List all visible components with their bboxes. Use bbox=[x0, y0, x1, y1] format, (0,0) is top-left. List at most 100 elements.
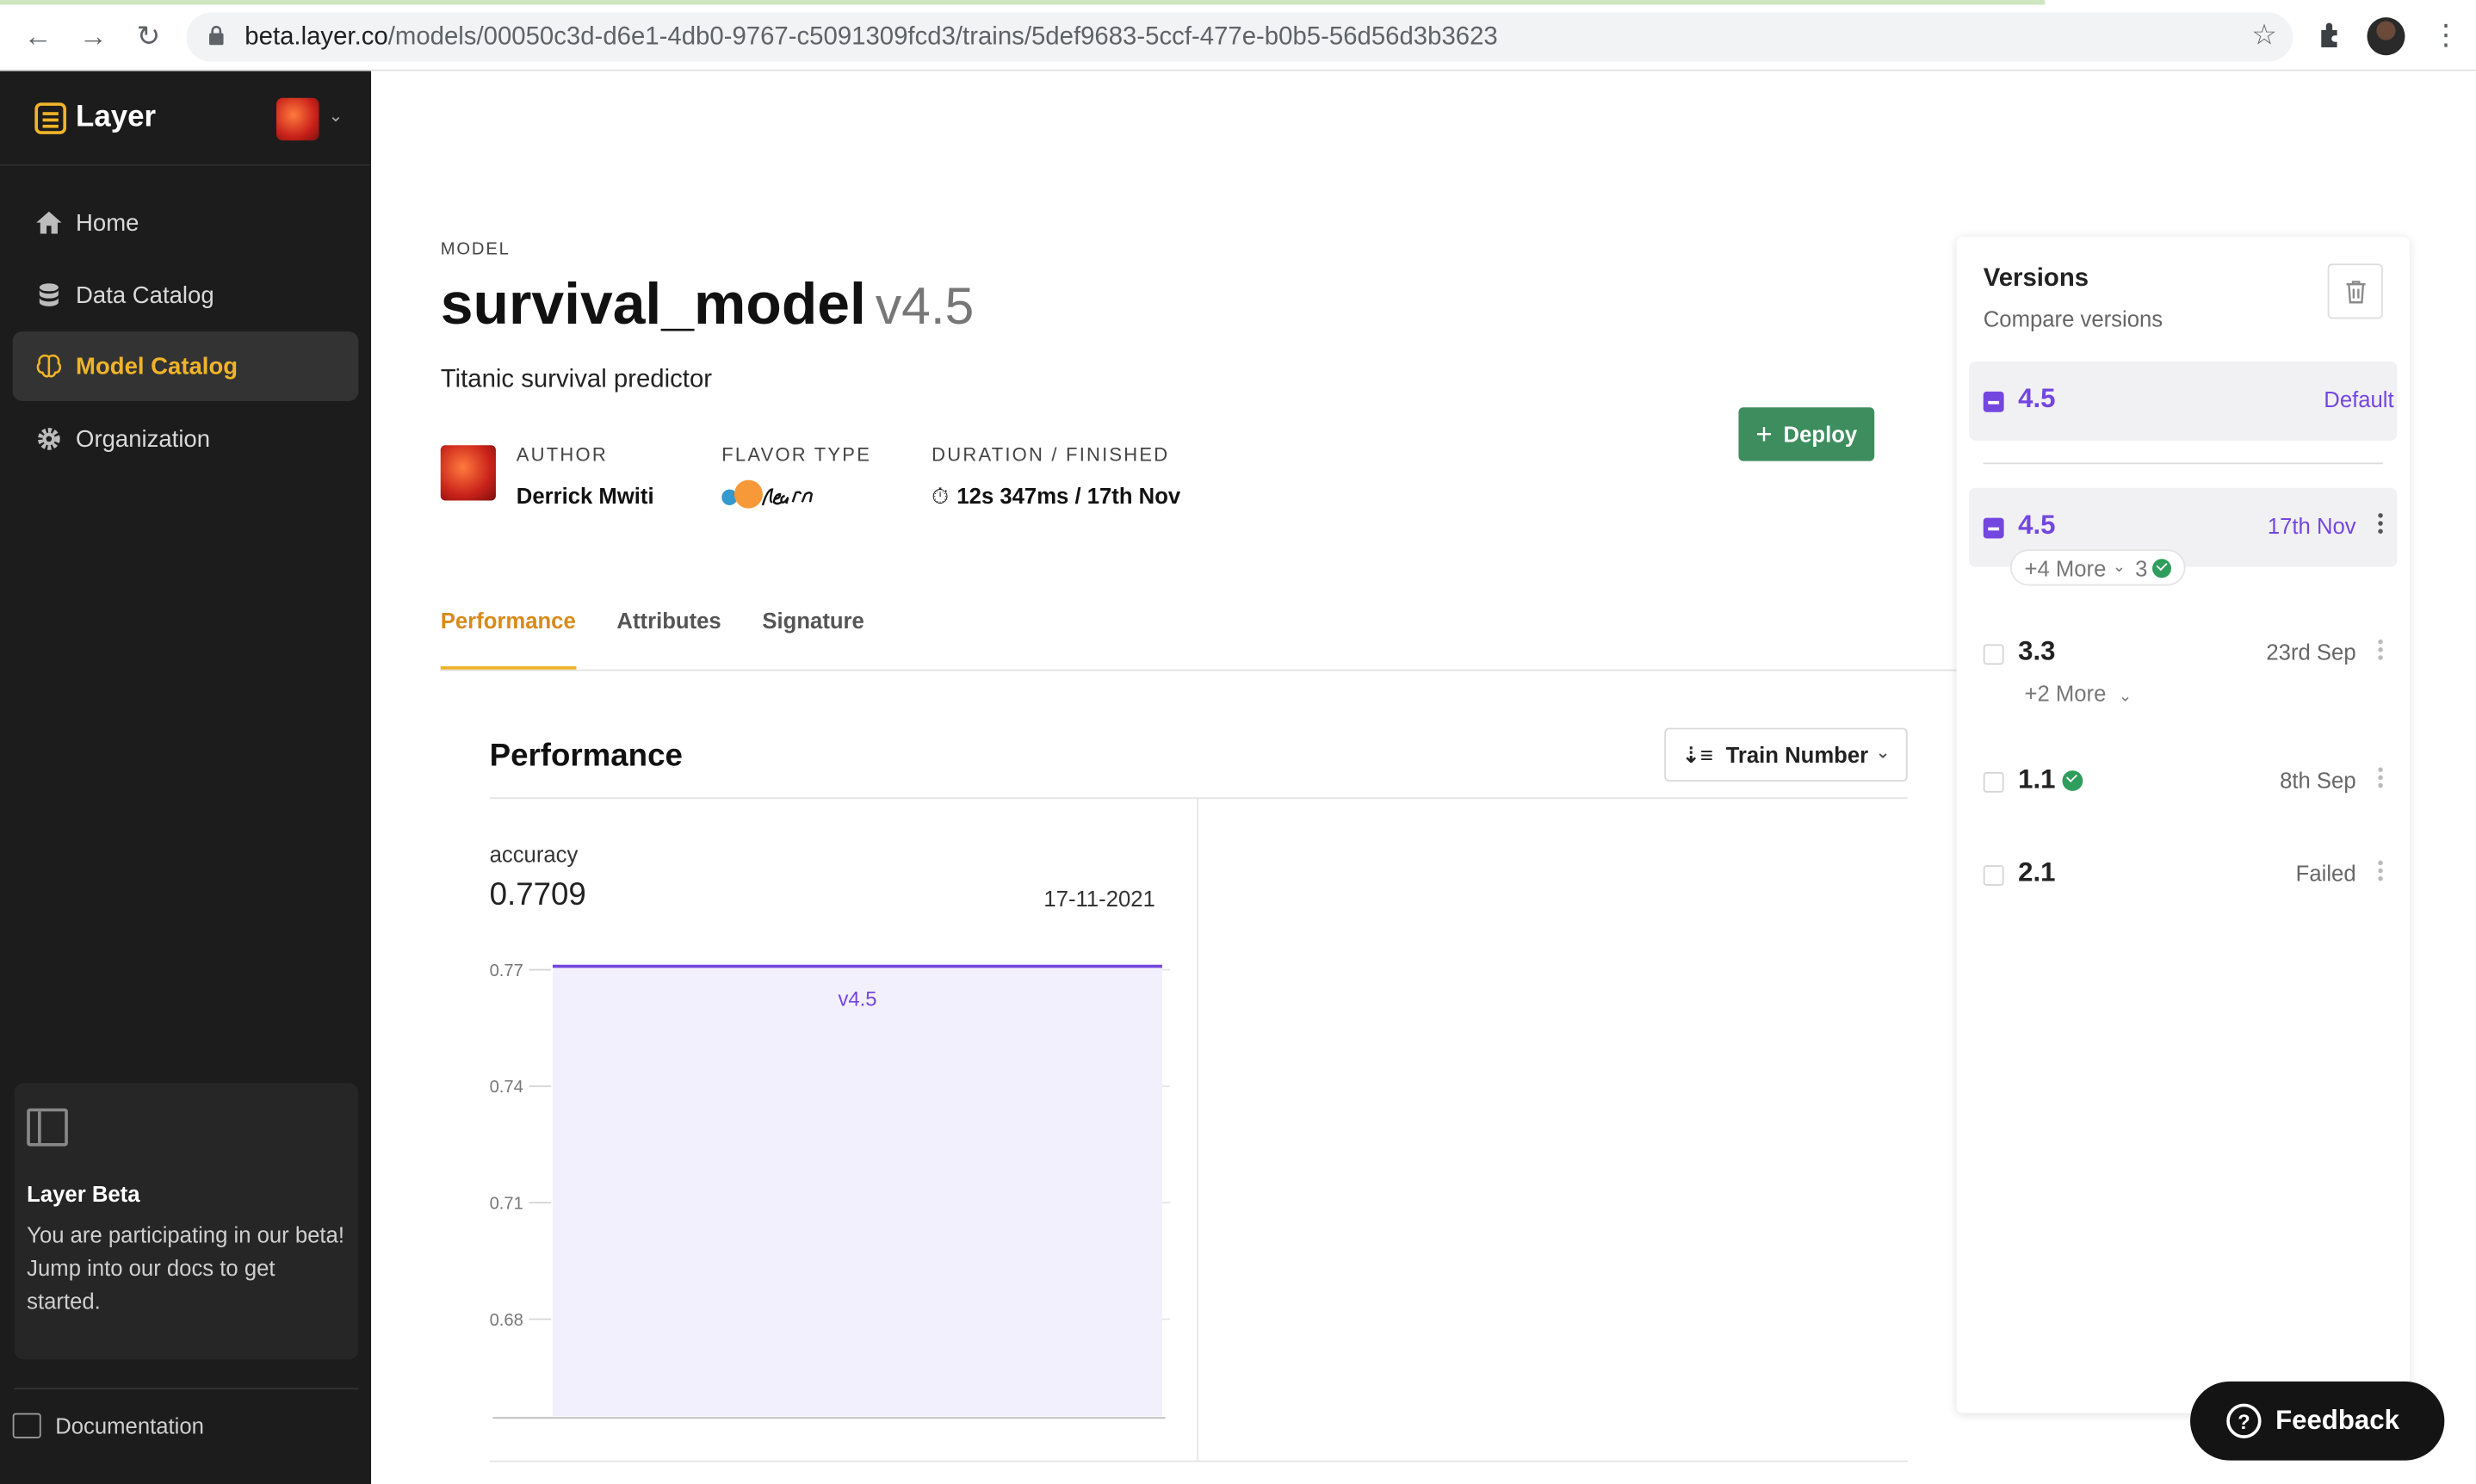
brand[interactable]: Layer bbox=[34, 100, 156, 138]
feedback-button[interactable]: ? Feedback bbox=[2190, 1381, 2445, 1461]
version-tag: Default bbox=[2324, 386, 2394, 412]
sidebar-item-data-catalog[interactable]: Data Catalog bbox=[13, 261, 359, 331]
more-label: +2 More bbox=[2024, 680, 2107, 706]
accuracy-chart: 0.77 0.74 0.71 0.68 v4.5 bbox=[490, 962, 1171, 1419]
stopwatch-icon: ⏱ bbox=[932, 483, 950, 509]
brain-icon bbox=[36, 354, 62, 378]
gear-icon bbox=[38, 428, 60, 450]
author-name: Derrick Mwiti bbox=[516, 483, 654, 509]
deploy-button[interactable]: + Deploy bbox=[1738, 407, 1875, 461]
more-label: +4 More bbox=[2024, 554, 2107, 581]
version-checkbox[interactable] bbox=[1983, 771, 2004, 793]
sidebar-item-label: Model Catalog bbox=[76, 352, 238, 380]
forward-icon[interactable]: → bbox=[76, 19, 110, 53]
version-row[interactable]: 1.1 8th Sep bbox=[1969, 742, 2397, 821]
address-bar[interactable]: beta.layer.co/models/00050c3d-d6e1-4db0-… bbox=[186, 12, 2293, 62]
metric-date: 17-11-2021 bbox=[1043, 885, 1155, 912]
database-icon bbox=[39, 283, 59, 306]
tabs-divider bbox=[440, 669, 1959, 671]
y-tick-label: 0.71 bbox=[490, 1195, 523, 1214]
versions-subtitle: Compare versions bbox=[1983, 306, 2163, 332]
browser-toolbar: ← → ↻ beta.layer.co/models/00050c3d-d6e1… bbox=[0, 0, 2476, 71]
version-checkbox[interactable] bbox=[1983, 644, 2004, 665]
browser-menu-icon[interactable]: ⋮ bbox=[2432, 19, 2461, 53]
kebab-menu-icon[interactable] bbox=[2378, 513, 2384, 535]
tab-bar: Performance Attributes Signature bbox=[440, 608, 906, 671]
extensions-icon[interactable] bbox=[2315, 19, 2347, 51]
kebab-menu-icon[interactable] bbox=[2378, 767, 2384, 789]
tab-signature[interactable]: Signature bbox=[762, 608, 864, 671]
more-versions-toggle[interactable]: +2 More ⌄ bbox=[2024, 681, 2132, 706]
model-version: v4.5 bbox=[875, 275, 975, 335]
duration-text: 12s 347ms / 17th Nov bbox=[956, 483, 1181, 509]
docs-icon bbox=[12, 1413, 41, 1438]
version-checkbox[interactable] bbox=[1983, 517, 2004, 539]
layer-logo-icon bbox=[34, 102, 67, 134]
author-label: AUTHOR bbox=[516, 443, 608, 467]
more-versions-toggle[interactable]: +4 More ⌄ 3 bbox=[2009, 549, 2186, 586]
version-row-default[interactable]: 4.5 Default bbox=[1969, 362, 2398, 441]
feedback-label: Feedback bbox=[2275, 1405, 2399, 1436]
versions-divider bbox=[1983, 462, 2383, 465]
model-eyebrow: MODEL bbox=[440, 239, 511, 259]
documentation-link[interactable]: Documentation bbox=[12, 1413, 204, 1438]
version-number: 1.1 bbox=[2018, 764, 2083, 796]
page-title: survival_model v4.5 bbox=[441, 271, 975, 337]
version-number: 3.3 bbox=[2018, 636, 2056, 667]
delete-button[interactable] bbox=[2327, 263, 2383, 319]
kebab-menu-icon[interactable] bbox=[2378, 639, 2384, 662]
version-row[interactable]: 2.1 Failed bbox=[1969, 835, 2397, 914]
beta-text: You are participating in our beta! Jump … bbox=[27, 1221, 344, 1314]
book-icon bbox=[27, 1108, 68, 1147]
version-checkbox[interactable] bbox=[1983, 865, 2004, 886]
trash-icon bbox=[2346, 281, 2366, 304]
data-area bbox=[552, 966, 1162, 1417]
chevron-down-icon[interactable]: ⌄ bbox=[329, 106, 344, 127]
sidebar-item-label: Home bbox=[76, 209, 139, 237]
bookmark-star-icon[interactable]: ☆ bbox=[2251, 19, 2277, 53]
version-number: 2.1 bbox=[2018, 856, 2056, 887]
check-circle-icon bbox=[2151, 558, 2171, 578]
author-avatar bbox=[440, 445, 496, 501]
beta-title: Layer Beta bbox=[27, 1180, 140, 1207]
deployed-count: 3 bbox=[2135, 554, 2148, 581]
lock-icon bbox=[209, 25, 224, 46]
home-icon bbox=[36, 211, 62, 234]
tab-performance[interactable]: Performance bbox=[440, 608, 576, 671]
version-status: Failed bbox=[2295, 860, 2356, 886]
chevron-down-icon: ⌄ bbox=[2118, 688, 2132, 706]
version-checkbox[interactable] bbox=[1983, 391, 2004, 412]
chevron-down-icon: ⌄ bbox=[1875, 743, 1891, 763]
sidebar-item-label: Data Catalog bbox=[76, 281, 214, 309]
model-description: Titanic survival predictor bbox=[440, 366, 713, 393]
sidebar-divider bbox=[14, 1388, 359, 1390]
back-icon[interactable]: ← bbox=[21, 19, 55, 53]
duration-label: DURATION / FINISHED bbox=[932, 443, 1170, 467]
data-label: v4.5 bbox=[838, 987, 876, 1011]
y-tick-label: 0.68 bbox=[490, 1311, 523, 1330]
reload-icon[interactable]: ↻ bbox=[131, 19, 165, 53]
y-tick-label: 0.74 bbox=[490, 1078, 523, 1097]
documentation-label: Documentation bbox=[55, 1413, 204, 1438]
sort-icon: ⇣≡ bbox=[1681, 741, 1713, 767]
metric-value: 0.7709 bbox=[489, 877, 586, 913]
tab-attributes[interactable]: Attributes bbox=[616, 608, 721, 671]
model-name: survival_model bbox=[440, 271, 866, 337]
profile-avatar[interactable] bbox=[2367, 17, 2405, 56]
app-window: ← → ↻ beta.layer.co/models/00050c3d-d6e1… bbox=[0, 0, 2476, 1484]
org-avatar[interactable] bbox=[275, 97, 319, 141]
brand-name: Layer bbox=[76, 101, 157, 134]
loading-bar bbox=[0, 0, 2046, 5]
plus-icon: + bbox=[1755, 417, 1773, 449]
sort-dropdown[interactable]: ⇣≡ Train Number ⌄ bbox=[1664, 727, 1908, 782]
version-number: 4.5 bbox=[2018, 383, 2056, 414]
kebab-menu-icon[interactable] bbox=[2378, 860, 2384, 883]
check-circle-icon bbox=[2063, 770, 2083, 791]
sidebar-item-organization[interactable]: Organization bbox=[13, 405, 359, 474]
sidebar-item-home[interactable]: Home bbox=[13, 188, 359, 257]
sidebar-item-model-catalog[interactable]: Model Catalog bbox=[12, 331, 359, 401]
y-tick-label: 0.77 bbox=[490, 962, 523, 980]
version-number-text: 1.1 bbox=[2018, 764, 2056, 795]
version-number: 4.5 bbox=[2018, 510, 2056, 541]
url-text: beta.layer.co/models/00050c3d-d6e1-4db0-… bbox=[245, 24, 1497, 53]
